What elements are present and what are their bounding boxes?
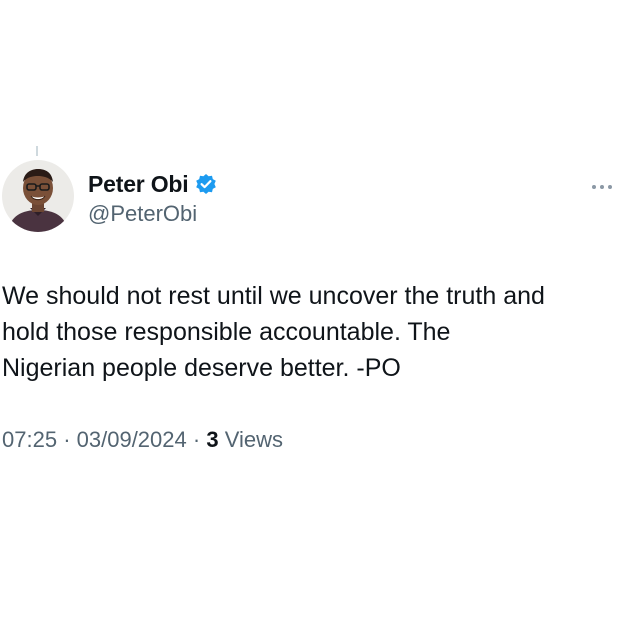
- meta-separator: ·: [63, 427, 71, 452]
- thread-connector-line: [36, 146, 38, 156]
- author-display-name[interactable]: Peter Obi: [88, 171, 189, 198]
- tweet-metadata: 07:25 · 03/09/2024 · 3 Views: [2, 427, 283, 453]
- meta-separator: ·: [192, 427, 201, 452]
- author-avatar[interactable]: [2, 160, 74, 232]
- avatar-image: [2, 160, 74, 232]
- verified-badge-icon[interactable]: [195, 173, 217, 195]
- views-label[interactable]: Views: [225, 427, 283, 452]
- tweet-time[interactable]: 07:25: [2, 427, 57, 452]
- author-name-row: Peter Obi: [88, 170, 217, 198]
- tweet-text: We should not rest until we uncover the …: [2, 282, 545, 382]
- views-count[interactable]: 3: [206, 427, 218, 452]
- tweet-date[interactable]: 03/09/2024: [77, 427, 187, 452]
- more-options-icon[interactable]: [590, 178, 614, 189]
- author-handle[interactable]: @PeterObi: [88, 201, 197, 227]
